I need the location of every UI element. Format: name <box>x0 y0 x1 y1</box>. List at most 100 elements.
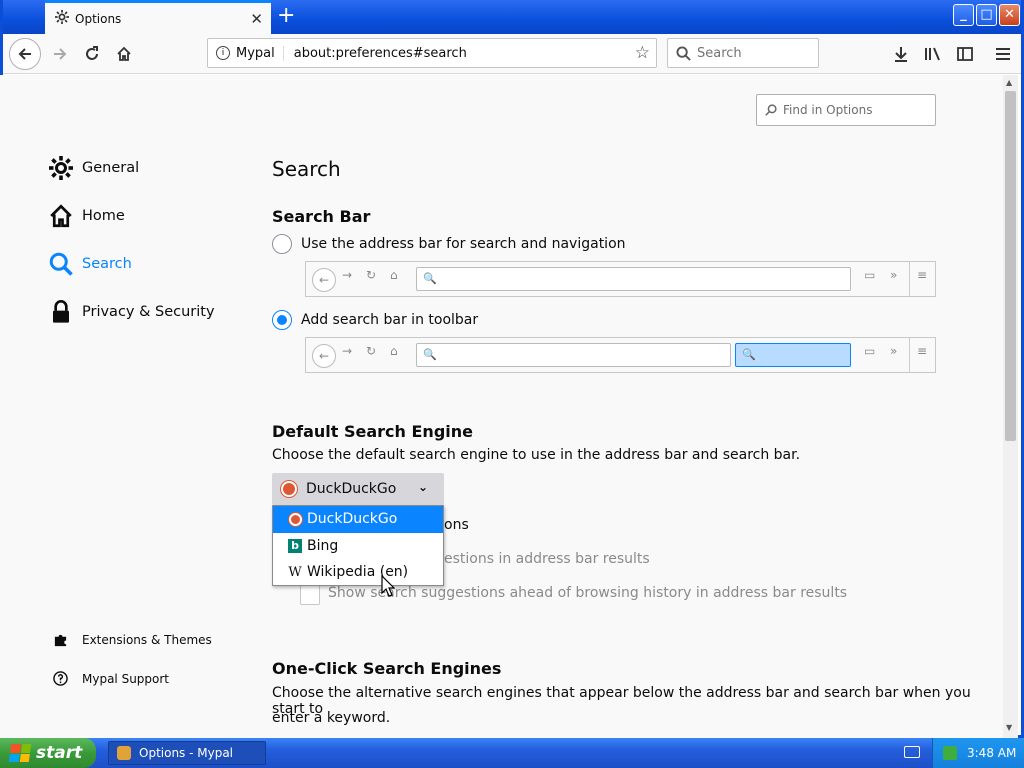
arrow-left-icon <box>18 48 31 60</box>
bing-icon: b <box>288 538 302 553</box>
wikipedia-icon: W <box>288 564 302 580</box>
tab-title: Options <box>75 11 122 26</box>
downloads-button[interactable] <box>887 40 915 68</box>
gear-icon <box>48 155 74 181</box>
search-icon <box>676 45 691 61</box>
find-in-options-input[interactable]: Find in Options <box>756 94 936 126</box>
mouse-cursor-icon <box>381 575 395 597</box>
divider <box>909 338 910 372</box>
engine-option-bing[interactable]: b Bing <box>273 533 443 560</box>
search-icon <box>765 104 777 116</box>
default-engine-heading: Default Search Engine <box>272 422 473 441</box>
menu-button[interactable] <box>989 40 1017 68</box>
default-engine-select[interactable]: DuckDuckGo ⌄ <box>272 473 444 505</box>
new-tab-button[interactable]: + <box>277 3 295 28</box>
duckduckgo-icon <box>288 512 302 526</box>
home-button[interactable] <box>110 40 138 68</box>
close-tab-icon[interactable]: ✕ <box>250 10 263 28</box>
gear-icon <box>55 9 69 28</box>
maximize-button[interactable]: □ <box>976 4 997 26</box>
duckduckgo-icon <box>281 481 297 497</box>
reload-icon: ↻ <box>366 268 377 282</box>
home-icon <box>48 203 74 229</box>
taskbar-item-mypal[interactable]: Options - Mypal <box>108 741 266 765</box>
engine-option-duckduckgo[interactable]: DuckDuckGo <box>273 506 443 533</box>
radio-address-bar[interactable]: Use the address bar for search and navig… <box>272 234 626 254</box>
arrow-right-icon: → <box>342 268 353 282</box>
start-button[interactable]: start <box>0 738 96 768</box>
close-window-button[interactable]: ✕ <box>999 4 1020 26</box>
reload-button[interactable] <box>78 40 106 68</box>
engine-option-wikipedia[interactable]: W Wikipedia (en) <box>273 559 443 586</box>
search-bar-heading: Search Bar <box>272 207 371 226</box>
scrollbar-thumb[interactable] <box>1005 91 1016 441</box>
radio-toolbar[interactable]: Add search bar in toolbar <box>272 310 478 330</box>
extensions-themes-link[interactable]: Extensions & Themes <box>52 632 212 647</box>
mypal-icon <box>117 746 131 760</box>
option-label: DuckDuckGo <box>307 511 398 528</box>
sidebar-icon: ▭ <box>864 344 876 358</box>
radio-button-selected[interactable] <box>272 310 292 330</box>
clock: 3:48 AM <box>967 746 1017 760</box>
nav-toolbar: i Mypal about:preferences#search ☆ Searc… <box>3 34 1021 74</box>
option-label: Bing <box>307 537 339 554</box>
page-title: Search <box>272 157 341 181</box>
category-privacy[interactable]: Privacy & Security <box>48 299 215 325</box>
sidebar-icon <box>957 47 973 61</box>
support-link[interactable]: Mypal Support <box>52 671 169 686</box>
taskbar: start Options - Mypal 3:48 AM <box>0 738 1024 768</box>
scroll-up-icon[interactable]: ▲ <box>1006 78 1012 87</box>
bookmark-star-icon[interactable]: ☆ <box>635 43 650 63</box>
overflow-icon: » <box>890 344 898 358</box>
library-button[interactable] <box>919 40 947 68</box>
one-click-description-cont: enter a keyword. <box>272 710 391 726</box>
arrow-left-icon: ← <box>312 268 336 292</box>
network-icon[interactable] <box>943 746 957 760</box>
category-label: Home <box>82 208 125 224</box>
search-placeholder: Search <box>697 45 742 61</box>
radio-label: Add search bar in toolbar <box>301 312 479 328</box>
selected-engine: DuckDuckGo <box>306 481 397 497</box>
category-label: General <box>82 160 140 176</box>
tab-options[interactable]: Options ✕ <box>45 0 271 34</box>
footer-label: Extensions & Themes <box>82 632 212 647</box>
default-engine-description: Choose the default search engine to use … <box>272 447 801 463</box>
minimize-button[interactable]: _ <box>953 4 974 26</box>
reload-icon: ↻ <box>366 344 377 358</box>
partially-hidden-text: estions in address bar results <box>444 551 650 567</box>
info-icon[interactable]: i <box>216 46 230 60</box>
back-button[interactable] <box>9 38 41 70</box>
footer-label: Mypal Support <box>82 671 170 686</box>
search-icon <box>48 251 74 277</box>
arrow-right-icon <box>54 48 67 60</box>
category-home[interactable]: Home <box>48 203 125 229</box>
url-bar[interactable]: i Mypal about:preferences#search ☆ <box>207 38 657 68</box>
divider <box>909 262 910 296</box>
home-icon <box>117 46 131 61</box>
home-icon: ⌂ <box>390 268 398 282</box>
home-icon: ⌂ <box>390 344 398 358</box>
hamburger-icon <box>996 48 1010 60</box>
arrow-left-icon: ← <box>312 344 336 368</box>
chevron-down-icon: ⌄ <box>417 480 428 494</box>
keyboard-icon[interactable] <box>904 746 920 758</box>
radio-label: Use the address bar for search and navig… <box>301 236 626 252</box>
address-bar-preview: ← → ↻ ⌂ 🔍 ▭ » ≡ <box>305 261 936 297</box>
preview-url-box: 🔍 <box>416 267 851 291</box>
scroll-down-icon[interactable]: ▼ <box>1006 723 1012 732</box>
overflow-icon: » <box>890 268 898 282</box>
toolbar-search-input[interactable]: Search <box>667 38 819 68</box>
url-text: about:preferences#search <box>293 45 467 61</box>
sidebar-button[interactable] <box>951 40 979 68</box>
forward-button[interactable] <box>46 40 74 68</box>
radio-button[interactable] <box>272 234 292 254</box>
vertical-scrollbar[interactable]: ▲ ▼ <box>1003 75 1018 738</box>
engine-dropdown-menu: DuckDuckGo b Bing W Wikipedia (en) <box>272 505 444 586</box>
windows-logo-icon <box>8 744 32 762</box>
toolbar-preview: ← → ↻ ⌂ 🔍 🔍 ▭ » ≡ <box>305 337 936 373</box>
category-search[interactable]: Search <box>48 251 132 277</box>
category-general[interactable]: General <box>48 155 139 181</box>
category-label: Privacy & Security <box>82 304 215 320</box>
preview-search-box: 🔍 <box>735 343 851 367</box>
suggestions-ahead-checkbox[interactable] <box>300 585 320 605</box>
